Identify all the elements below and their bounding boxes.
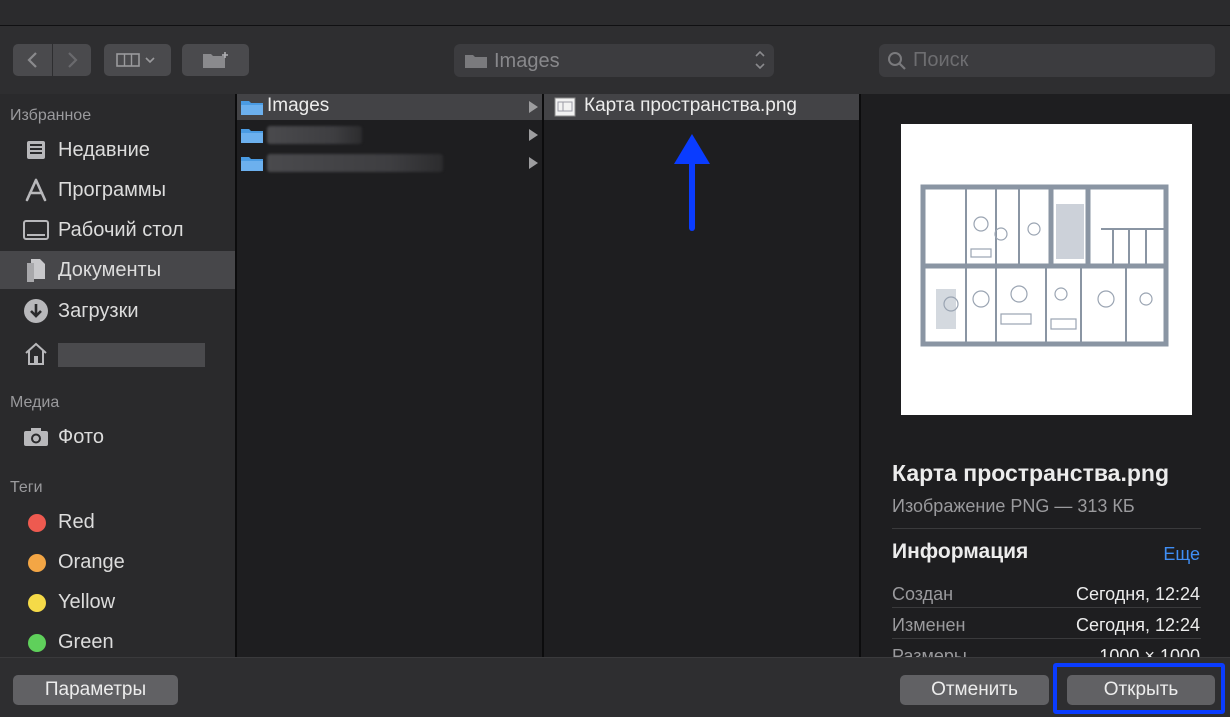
recents-icon — [22, 137, 50, 163]
more-info-link[interactable]: Еще — [1163, 544, 1200, 565]
window-titlebar — [0, 0, 1230, 26]
browser-column-1: Images — [237, 94, 542, 657]
disclosure-arrow-icon — [529, 157, 538, 169]
folder-icon — [241, 129, 263, 143]
sidebar-item-desktop[interactable]: Рабочий стол — [0, 211, 236, 249]
tag-dot-icon — [28, 594, 46, 612]
chevron-right-icon — [68, 52, 78, 68]
annotation-arrow-icon — [674, 134, 710, 231]
search-field[interactable] — [879, 44, 1215, 77]
sidebar-section-favorites: Избранное — [10, 107, 92, 124]
applications-icon — [22, 177, 50, 203]
view-mode-button[interactable] — [104, 44, 171, 76]
info-key-dimensions: Размеры — [892, 646, 967, 657]
desktop-icon — [22, 217, 50, 243]
sidebar-section-media: Медиа — [10, 394, 60, 411]
info-value-created: Сегодня, 12:24 — [1075, 584, 1200, 604]
new-folder-button[interactable] — [182, 44, 249, 76]
sidebar-item-home[interactable] — [0, 335, 236, 373]
info-section-title: Информация — [892, 540, 1029, 563]
preview-filename: Карта пространства.png — [892, 460, 1169, 486]
preview-file-kind: Изображение PNG — 313 КБ — [892, 496, 1135, 516]
back-button[interactable] — [13, 44, 52, 76]
redacted-label — [267, 154, 443, 172]
sidebar-item-tag-yellow[interactable]: Yellow — [0, 583, 236, 621]
column-row-redacted[interactable] — [237, 122, 542, 148]
redacted-label — [267, 126, 362, 144]
info-value-modified: Сегодня, 12:24 — [1075, 615, 1200, 635]
search-input[interactable] — [913, 48, 1203, 73]
forward-button[interactable] — [53, 44, 91, 76]
cancel-button[interactable]: Отменить — [900, 675, 1049, 705]
path-popup-label: Images — [494, 50, 560, 72]
sidebar-item-tag-red[interactable]: Red — [0, 503, 236, 541]
folder-icon — [465, 55, 487, 68]
sidebar-item-label: Yellow — [58, 591, 116, 613]
downloads-icon — [22, 298, 50, 324]
floor-plan-image — [920, 184, 1169, 347]
camera-icon — [22, 424, 50, 450]
sidebar-item-label: Green — [58, 631, 114, 653]
info-key-created: Создан — [892, 584, 954, 604]
file-thumbnail — [901, 124, 1192, 415]
annotation-highlight-box — [1053, 663, 1225, 714]
tag-dot-icon — [28, 554, 46, 572]
sidebar-item-label: Документы — [58, 259, 162, 281]
disclosure-arrow-icon — [529, 129, 538, 141]
preview-pane: Карта пространства.png Изображение PNG —… — [861, 94, 1230, 657]
divider — [892, 607, 1201, 608]
sidebar-section-tags: Теги — [10, 479, 43, 496]
column-row-label: Карта пространства.png — [584, 95, 797, 116]
sidebar-item-label: Загрузки — [58, 300, 139, 322]
sidebar-item-label: Фото — [58, 426, 104, 448]
documents-icon — [22, 257, 50, 283]
sidebar-item-label: Рабочий стол — [58, 219, 184, 241]
column-row-file[interactable]: Карта пространства.png — [544, 94, 859, 120]
column-view-icon — [115, 53, 155, 67]
tag-dot-icon — [28, 634, 46, 652]
info-value-dimensions: 1000 × 1000 — [1099, 646, 1200, 657]
column-row-images[interactable]: Images — [237, 94, 542, 120]
sidebar-item-applications[interactable]: Программы — [0, 171, 236, 209]
new-folder-icon — [202, 52, 228, 68]
sidebar-item-recents[interactable]: Недавние — [0, 131, 236, 169]
sidebar-item-tag-green[interactable]: Green — [0, 623, 236, 657]
sidebar-item-tag-orange[interactable]: Orange — [0, 543, 236, 581]
disclosure-arrow-icon — [529, 101, 538, 113]
chevron-left-icon — [26, 52, 37, 68]
sidebar-item-label: Red — [58, 511, 95, 533]
image-file-icon — [554, 97, 576, 117]
sidebar-item-documents[interactable]: Документы — [0, 251, 236, 289]
path-popup[interactable]: Images — [454, 44, 774, 77]
sidebar-item-label: Недавние — [58, 139, 150, 161]
sidebar-item-downloads[interactable]: Загрузки — [0, 292, 236, 330]
divider — [892, 638, 1201, 639]
sidebar-item-label: Программы — [58, 179, 167, 201]
column-row-label: Images — [267, 95, 330, 116]
sidebar: Избранное Недавние Программы Рабочий сто… — [0, 94, 236, 657]
folder-icon — [241, 157, 263, 171]
options-button[interactable]: Параметры — [13, 675, 178, 705]
search-icon — [888, 52, 906, 70]
redacted-home-label — [58, 343, 205, 367]
folder-icon — [241, 101, 263, 115]
chevron-up-down-icon — [754, 48, 766, 74]
tag-dot-icon — [28, 514, 46, 532]
column-row-redacted[interactable] — [237, 150, 542, 176]
home-icon — [22, 341, 50, 367]
sidebar-item-photos[interactable]: Фото — [0, 418, 236, 456]
info-key-modified: Изменен — [892, 615, 966, 635]
sidebar-item-label: Orange — [58, 551, 125, 573]
divider — [892, 528, 1201, 529]
